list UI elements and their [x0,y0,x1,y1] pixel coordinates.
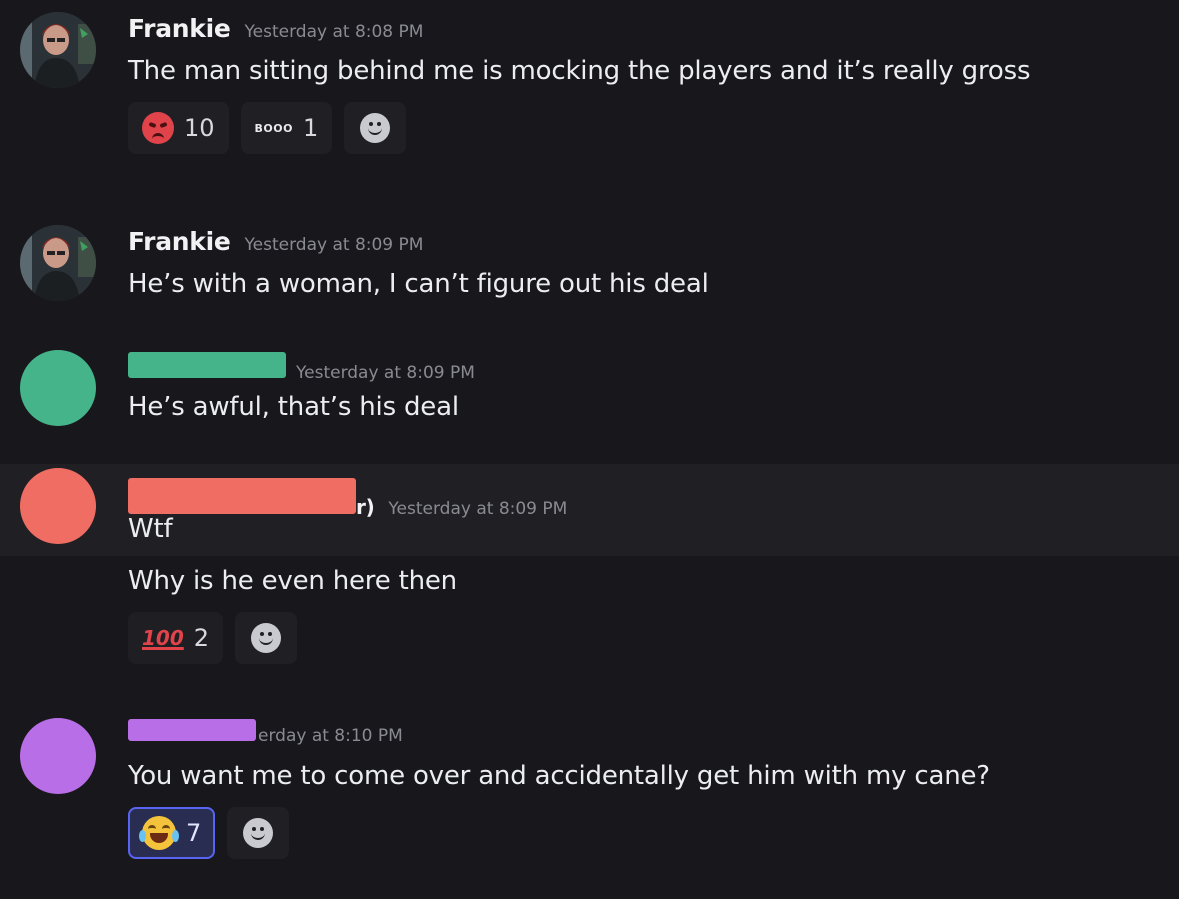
frankie-avatar[interactable] [20,225,96,301]
reaction-tears-of-joy[interactable]: 7 [128,807,216,859]
message-text: He’s with a woman, I can’t figure out hi… [128,269,709,299]
user-avatar[interactable] [20,350,96,426]
message-2: Frankie Yesterday at 8:09 PM He’s with a… [0,215,1179,325]
reactions: 100 2 [128,612,298,664]
timestamp: Yesterday at 8:09 PM [296,363,475,383]
angry-face-icon [142,112,174,144]
message-1: Frankie Yesterday at 8:08 PM The man sit… [0,0,1179,190]
add-reaction-button[interactable] [227,807,290,859]
reaction-angry[interactable]: 10 [128,102,229,154]
reaction-hundred[interactable]: 100 2 [128,612,224,664]
message-3: Yesterday at 8:09 PM He’s awful, that’s … [0,338,1179,448]
author-name[interactable]: Frankie [128,14,231,43]
message-text: Wtf [128,514,173,544]
reaction-booo[interactable]: BOOO 1 [240,102,333,154]
reaction-count: 2 [193,624,210,652]
message-5: erday at 8:10 PM You want me to come ove… [0,705,1179,885]
reactions: 7 [128,807,290,859]
message-text: You want me to come over and accidentall… [128,761,990,791]
author-name[interactable]: Frankie [128,227,231,256]
message-text: He’s awful, that’s his deal [128,392,459,422]
message-4-continued: Why is he even here then 100 2 [0,556,1179,676]
reaction-count: 1 [302,114,319,142]
add-reaction-icon [251,623,282,653]
add-reaction-icon [360,113,391,143]
tears-of-joy-icon [139,816,179,850]
user-avatar[interactable] [20,468,96,544]
add-reaction-button[interactable] [235,612,298,664]
add-reaction-icon [243,818,274,848]
message-text: Why is he even here then [128,566,457,596]
author-name-suffix: r) [356,495,375,519]
timestamp: erday at 8:10 PM [258,726,403,746]
redacted-username[interactable] [128,478,356,514]
reactions: 10 BOOO 1 [128,102,407,154]
frankie-avatar[interactable] [20,12,96,88]
redacted-username[interactable] [128,719,256,741]
message-text: The man sitting behind me is mocking the… [128,56,1031,86]
add-reaction-button[interactable] [344,102,407,154]
user-avatar[interactable] [20,718,96,794]
message-4: r) Yesterday at 8:09 PM Wtf [0,464,1179,556]
reaction-count: 7 [186,819,202,847]
reaction-count: 10 [184,114,215,142]
hundred-points-icon: 100 [142,626,184,650]
redacted-username[interactable] [128,352,286,378]
timestamp: Yesterday at 8:09 PM [244,235,424,255]
timestamp: Yesterday at 8:09 PM [388,499,568,519]
timestamp: Yesterday at 8:08 PM [244,22,424,42]
booo-emoji-icon: BOOO [254,121,293,135]
